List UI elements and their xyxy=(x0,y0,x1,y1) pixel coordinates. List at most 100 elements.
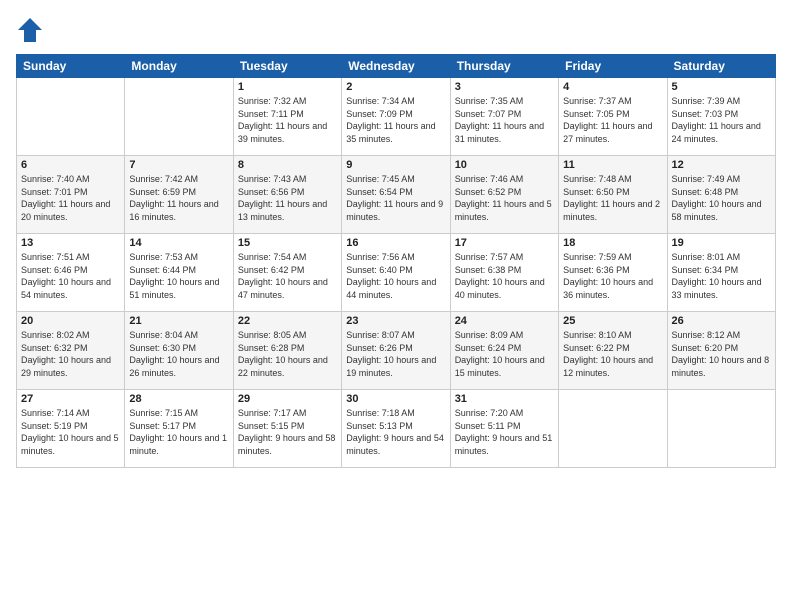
table-row: 9 Sunrise: 7:45 AM Sunset: 6:54 PM Daylig… xyxy=(342,156,450,234)
day-number: 20 xyxy=(21,315,120,327)
day-number: 12 xyxy=(672,159,771,171)
day-number: 9 xyxy=(346,159,445,171)
day-info: Sunrise: 7:17 AM Sunset: 5:15 PM Dayligh… xyxy=(238,407,337,457)
day-info: Sunrise: 7:32 AM Sunset: 7:11 PM Dayligh… xyxy=(238,95,337,145)
day-number: 2 xyxy=(346,81,445,93)
day-number: 19 xyxy=(672,237,771,249)
day-info: Sunrise: 7:54 AM Sunset: 6:42 PM Dayligh… xyxy=(238,251,337,301)
col-tuesday: Tuesday xyxy=(233,55,341,78)
table-row xyxy=(125,78,233,156)
day-number: 30 xyxy=(346,393,445,405)
day-info: Sunrise: 7:57 AM Sunset: 6:38 PM Dayligh… xyxy=(455,251,554,301)
calendar-week-row: 27 Sunrise: 7:14 AM Sunset: 5:19 PM Dayli… xyxy=(17,390,776,468)
day-number: 28 xyxy=(129,393,228,405)
table-row xyxy=(667,390,775,468)
day-info: Sunrise: 7:14 AM Sunset: 5:19 PM Dayligh… xyxy=(21,407,120,457)
day-info: Sunrise: 7:40 AM Sunset: 7:01 PM Dayligh… xyxy=(21,173,120,223)
col-saturday: Saturday xyxy=(667,55,775,78)
calendar-week-row: 1 Sunrise: 7:32 AM Sunset: 7:11 PM Daylig… xyxy=(17,78,776,156)
day-number: 7 xyxy=(129,159,228,171)
table-row: 12Sunrise: 7:49 AM Sunset: 6:48 PM Dayli… xyxy=(667,156,775,234)
table-row xyxy=(559,390,667,468)
day-info: Sunrise: 7:18 AM Sunset: 5:13 PM Dayligh… xyxy=(346,407,445,457)
day-info: Sunrise: 7:43 AM Sunset: 6:56 PM Dayligh… xyxy=(238,173,337,223)
day-number: 5 xyxy=(672,81,771,93)
table-row: 6 Sunrise: 7:40 AM Sunset: 7:01 PM Daylig… xyxy=(17,156,125,234)
day-info: Sunrise: 7:53 AM Sunset: 6:44 PM Dayligh… xyxy=(129,251,228,301)
day-number: 6 xyxy=(21,159,120,171)
day-info: Sunrise: 7:51 AM Sunset: 6:46 PM Dayligh… xyxy=(21,251,120,301)
table-row: 8 Sunrise: 7:43 AM Sunset: 6:56 PM Daylig… xyxy=(233,156,341,234)
day-number: 25 xyxy=(563,315,662,327)
table-row: 14 Sunrise: 7:53 AM Sunset: 6:44 PM Dayli… xyxy=(125,234,233,312)
table-row: 17 Sunrise: 7:57 AM Sunset: 6:38 PM Dayli… xyxy=(450,234,558,312)
table-row: 27 Sunrise: 7:14 AM Sunset: 5:19 PM Dayli… xyxy=(17,390,125,468)
day-number: 1 xyxy=(238,81,337,93)
table-row: 7Sunrise: 7:42 AM Sunset: 6:59 PM Daylig… xyxy=(125,156,233,234)
table-row: 31Sunrise: 7:20 AM Sunset: 5:11 PM Dayli… xyxy=(450,390,558,468)
col-friday: Friday xyxy=(559,55,667,78)
day-number: 17 xyxy=(455,237,554,249)
table-row: 16Sunrise: 7:56 AM Sunset: 6:40 PM Dayli… xyxy=(342,234,450,312)
day-info: Sunrise: 7:45 AM Sunset: 6:54 PM Dayligh… xyxy=(346,173,445,223)
day-info: Sunrise: 8:05 AM Sunset: 6:28 PM Dayligh… xyxy=(238,329,337,379)
table-row: 13 Sunrise: 7:51 AM Sunset: 6:46 PM Dayli… xyxy=(17,234,125,312)
table-row: 3 Sunrise: 7:35 AM Sunset: 7:07 PM Daylig… xyxy=(450,78,558,156)
day-number: 29 xyxy=(238,393,337,405)
table-row: 2 Sunrise: 7:34 AM Sunset: 7:09 PM Daylig… xyxy=(342,78,450,156)
col-thursday: Thursday xyxy=(450,55,558,78)
table-row: 25 Sunrise: 8:10 AM Sunset: 6:22 PM Dayli… xyxy=(559,312,667,390)
table-row: 23 Sunrise: 8:07 AM Sunset: 6:26 PM Dayli… xyxy=(342,312,450,390)
day-info: Sunrise: 8:10 AM Sunset: 6:22 PM Dayligh… xyxy=(563,329,662,379)
col-wednesday: Wednesday xyxy=(342,55,450,78)
day-number: 3 xyxy=(455,81,554,93)
table-row: 18Sunrise: 7:59 AM Sunset: 6:36 PM Dayli… xyxy=(559,234,667,312)
table-row: 22 Sunrise: 8:05 AM Sunset: 6:28 PM Dayli… xyxy=(233,312,341,390)
day-info: Sunrise: 7:39 AM Sunset: 7:03 PM Dayligh… xyxy=(672,95,771,145)
day-number: 23 xyxy=(346,315,445,327)
table-row: 29 Sunrise: 7:17 AM Sunset: 5:15 PM Dayli… xyxy=(233,390,341,468)
logo-icon xyxy=(16,16,44,44)
day-number: 14 xyxy=(129,237,228,249)
day-info: Sunrise: 8:09 AM Sunset: 6:24 PM Dayligh… xyxy=(455,329,554,379)
day-info: Sunrise: 7:15 AM Sunset: 5:17 PM Dayligh… xyxy=(129,407,228,457)
table-row: 10 Sunrise: 7:46 AM Sunset: 6:52 PM Dayli… xyxy=(450,156,558,234)
day-info: Sunrise: 8:01 AM Sunset: 6:34 PM Dayligh… xyxy=(672,251,771,301)
day-number: 22 xyxy=(238,315,337,327)
col-sunday: Sunday xyxy=(17,55,125,78)
day-info: Sunrise: 8:12 AM Sunset: 6:20 PM Dayligh… xyxy=(672,329,771,379)
day-info: Sunrise: 7:34 AM Sunset: 7:09 PM Dayligh… xyxy=(346,95,445,145)
calendar-week-row: 20Sunrise: 8:02 AM Sunset: 6:32 PM Dayli… xyxy=(17,312,776,390)
calendar-week-row: 6 Sunrise: 7:40 AM Sunset: 7:01 PM Daylig… xyxy=(17,156,776,234)
day-number: 11 xyxy=(563,159,662,171)
logo xyxy=(16,16,46,44)
day-info: Sunrise: 7:35 AM Sunset: 7:07 PM Dayligh… xyxy=(455,95,554,145)
day-number: 13 xyxy=(21,237,120,249)
table-row: 19 Sunrise: 8:01 AM Sunset: 6:34 PM Dayli… xyxy=(667,234,775,312)
table-row: 11 Sunrise: 7:48 AM Sunset: 6:50 PM Dayli… xyxy=(559,156,667,234)
calendar-week-row: 13 Sunrise: 7:51 AM Sunset: 6:46 PM Dayli… xyxy=(17,234,776,312)
table-row: 4Sunrise: 7:37 AM Sunset: 7:05 PM Daylig… xyxy=(559,78,667,156)
calendar-page: Sunday Monday Tuesday Wednesday Thursday… xyxy=(0,0,792,612)
day-info: Sunrise: 7:46 AM Sunset: 6:52 PM Dayligh… xyxy=(455,173,554,223)
day-info: Sunrise: 7:48 AM Sunset: 6:50 PM Dayligh… xyxy=(563,173,662,223)
calendar-table: Sunday Monday Tuesday Wednesday Thursday… xyxy=(16,54,776,468)
col-monday: Monday xyxy=(125,55,233,78)
table-row: 20Sunrise: 8:02 AM Sunset: 6:32 PM Dayli… xyxy=(17,312,125,390)
day-number: 10 xyxy=(455,159,554,171)
day-info: Sunrise: 8:07 AM Sunset: 6:26 PM Dayligh… xyxy=(346,329,445,379)
table-row xyxy=(17,78,125,156)
day-number: 24 xyxy=(455,315,554,327)
table-row: 28 Sunrise: 7:15 AM Sunset: 5:17 PM Dayli… xyxy=(125,390,233,468)
table-row: 30 Sunrise: 7:18 AM Sunset: 5:13 PM Dayli… xyxy=(342,390,450,468)
day-info: Sunrise: 7:20 AM Sunset: 5:11 PM Dayligh… xyxy=(455,407,554,457)
table-row: 5 Sunrise: 7:39 AM Sunset: 7:03 PM Daylig… xyxy=(667,78,775,156)
day-number: 18 xyxy=(563,237,662,249)
calendar-header-row: Sunday Monday Tuesday Wednesday Thursday… xyxy=(17,55,776,78)
table-row: 15Sunrise: 7:54 AM Sunset: 6:42 PM Dayli… xyxy=(233,234,341,312)
day-number: 21 xyxy=(129,315,228,327)
day-info: Sunrise: 7:37 AM Sunset: 7:05 PM Dayligh… xyxy=(563,95,662,145)
day-number: 8 xyxy=(238,159,337,171)
day-number: 27 xyxy=(21,393,120,405)
header xyxy=(16,16,776,44)
